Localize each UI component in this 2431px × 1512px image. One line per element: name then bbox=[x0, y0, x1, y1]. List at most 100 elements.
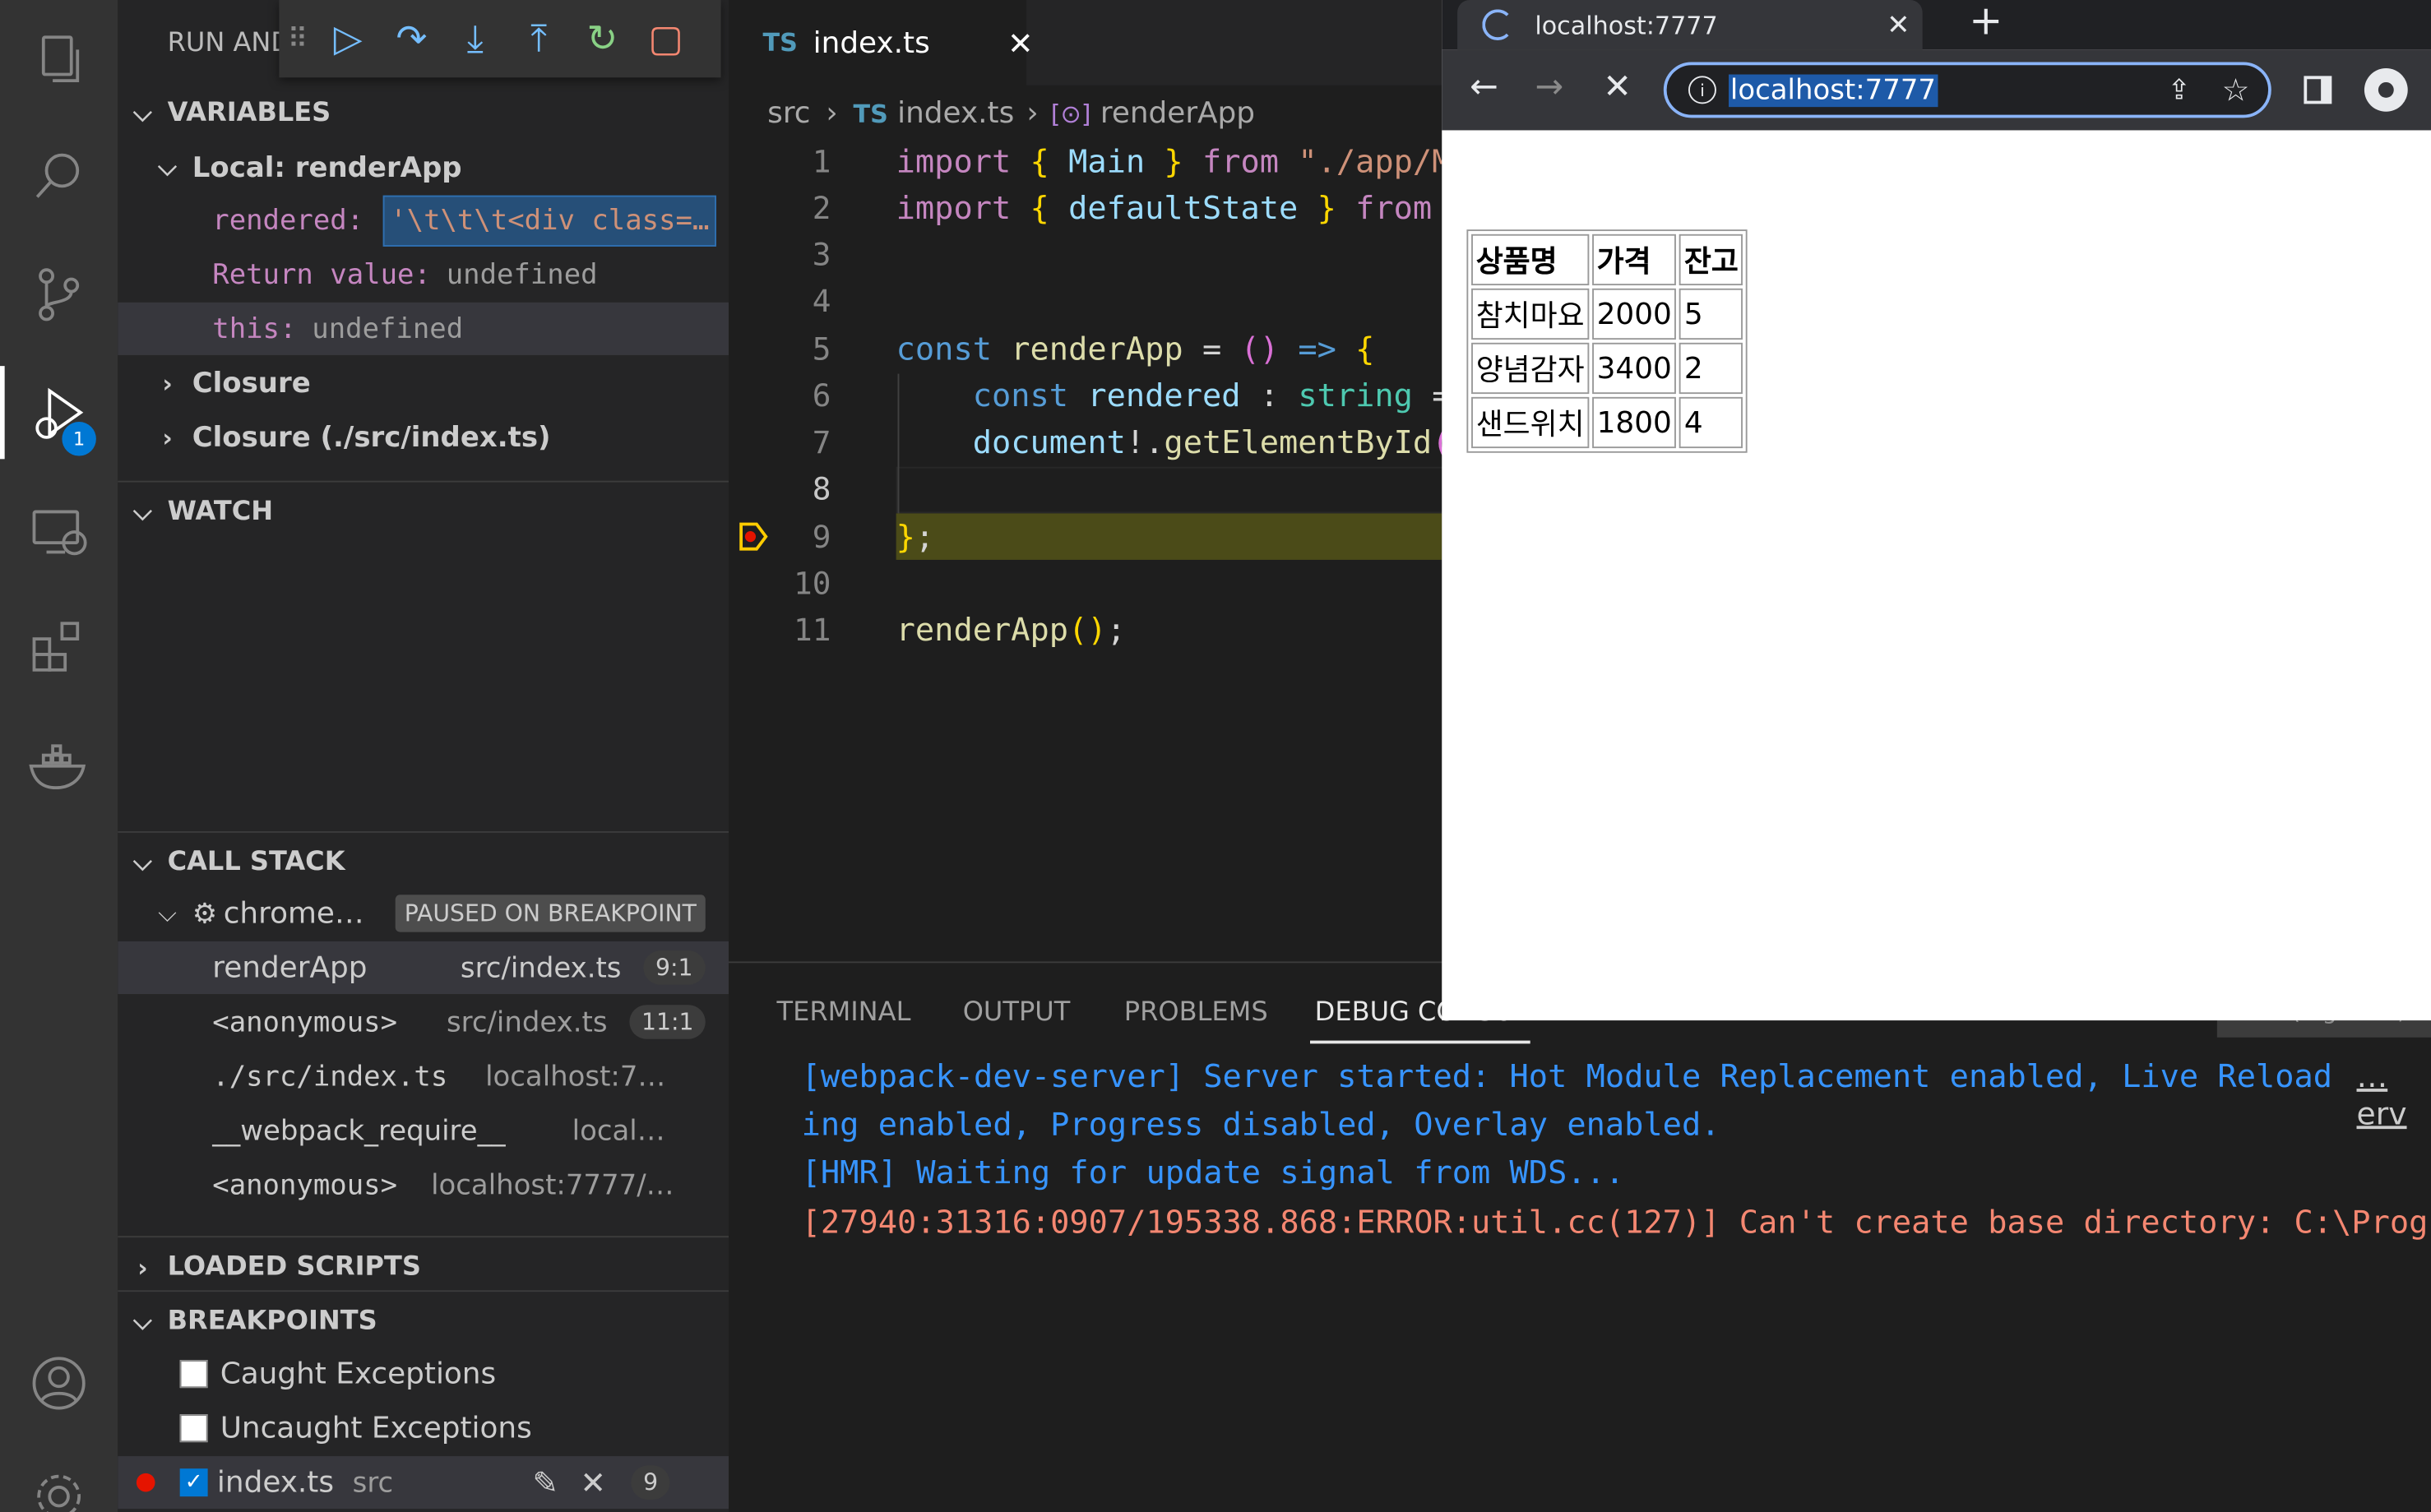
column-header: 상품명 bbox=[1471, 234, 1590, 286]
bug-icon: ⚙ bbox=[192, 897, 218, 930]
run-debug-icon[interactable]: 1 bbox=[0, 366, 118, 460]
breakpoint-indexts[interactable]: ✓ index.ts src ✎ ✕ 9 bbox=[118, 1456, 729, 1510]
paused-badge: PAUSED ON BREAKPOINT bbox=[395, 895, 706, 932]
scope-closure[interactable]: › Closure bbox=[118, 357, 729, 409]
chevron-down-icon: ⌵ bbox=[132, 97, 152, 127]
browser-tabstrip: localhost:7777 ✕ + bbox=[1442, 0, 2431, 50]
tab-output[interactable]: OUTPUT bbox=[963, 997, 1071, 1029]
line-number: 7 bbox=[812, 423, 831, 461]
chevron-right-icon: › bbox=[162, 422, 173, 452]
divider bbox=[118, 1290, 729, 1292]
table-row: 양념감자 3400 2 bbox=[1471, 342, 1743, 395]
step-out-icon[interactable]: ⤒ bbox=[507, 0, 570, 77]
line-number: 2 bbox=[812, 189, 831, 227]
console-line: [27940:31316:0907/195338.868:ERROR:util.… bbox=[801, 1203, 2431, 1241]
chevron-down-icon: ⌵ bbox=[132, 1306, 152, 1335]
editor-tabbar: TS index.ts ✕ bbox=[729, 0, 1442, 86]
docker-icon[interactable] bbox=[0, 719, 118, 812]
variable-row[interactable]: rendered: '\t\t\t<div class=… bbox=[118, 194, 729, 247]
close-tab-icon[interactable]: ✕ bbox=[1887, 8, 1910, 41]
explorer-icon[interactable] bbox=[0, 12, 118, 105]
table-row: 참치마요 2000 5 bbox=[1471, 288, 1743, 340]
divider bbox=[118, 830, 729, 833]
breakpoint-dot-icon bbox=[136, 1473, 155, 1492]
code-line: const rendered : string = bbox=[972, 377, 1452, 414]
console-line: [HMR] Waiting for update signal from WDS… bbox=[801, 1154, 1625, 1191]
site-info-icon[interactable]: i bbox=[1688, 76, 1716, 104]
activity-bar: 1 bbox=[0, 0, 118, 1512]
search-icon[interactable] bbox=[0, 130, 118, 223]
address-bar[interactable]: i localhost:7777 ⇪ ☆ bbox=[1663, 62, 2271, 118]
loaded-scripts-header[interactable]: › LOADED SCRIPTS bbox=[118, 1241, 729, 1293]
breakpoints-header[interactable]: ⌵ BREAKPOINTS bbox=[118, 1295, 729, 1348]
checkbox-indexts[interactable]: ✓ bbox=[179, 1468, 208, 1497]
remove-x-icon[interactable]: ✕ bbox=[580, 1464, 606, 1501]
remote-explorer-icon[interactable] bbox=[0, 483, 118, 576]
variable-row[interactable]: this: undefined bbox=[118, 302, 729, 355]
stop-loading-icon[interactable]: ✕ bbox=[1603, 68, 1632, 107]
console-source-link[interactable]: …erv bbox=[2357, 1057, 2431, 1132]
chevron-down-icon: ⌵ bbox=[158, 898, 178, 927]
bookmark-star-icon[interactable]: ☆ bbox=[2222, 72, 2250, 109]
step-over-icon[interactable]: ↷ bbox=[380, 0, 443, 77]
variables-header[interactable]: ⌵ VARIABLES bbox=[118, 87, 729, 140]
ts-file-icon: TS bbox=[853, 98, 888, 128]
divider bbox=[118, 480, 729, 483]
drag-handle-icon[interactable]: ⠿ bbox=[279, 0, 316, 77]
accounts-icon[interactable] bbox=[0, 1337, 118, 1430]
new-tab-icon[interactable]: + bbox=[1969, 0, 2003, 44]
editor-tab-indexts[interactable]: TS index.ts ✕ bbox=[729, 0, 1034, 86]
code-line: document!.getElementById( bbox=[972, 423, 1452, 461]
bottom-panel: TERMINAL OUTPUT PROBLEMS DEBUG CONSOLE F… bbox=[729, 961, 2431, 1512]
line-number: 10 bbox=[794, 564, 831, 602]
code-line: }; bbox=[896, 517, 935, 556]
variable-row[interactable]: Return value: undefined bbox=[118, 248, 729, 301]
breakpoint-current-icon[interactable] bbox=[738, 521, 769, 553]
restart-icon[interactable]: ↻ bbox=[571, 0, 634, 77]
step-into-icon[interactable]: ⤓ bbox=[443, 0, 507, 77]
side-panel-icon[interactable] bbox=[2304, 76, 2332, 104]
breakpoint-uncaught[interactable]: Uncaught Exceptions bbox=[118, 1402, 729, 1454]
checkbox-caught[interactable] bbox=[179, 1360, 208, 1389]
debug-session[interactable]: ⌵ ⚙ chrome… PAUSED ON BREAKPOINT bbox=[118, 887, 729, 940]
console-line: [webpack-dev-server] Server started: Hot… bbox=[801, 1057, 2333, 1095]
breakpoint-caught[interactable]: Caught Exceptions bbox=[118, 1348, 729, 1400]
debug-sidebar: RUN AND ⌵ VARIABLES ⌵ Local: renderApp r… bbox=[118, 0, 729, 1512]
column-header: 가격 bbox=[1591, 234, 1677, 286]
browser-tab[interactable]: localhost:7777 ✕ bbox=[1457, 0, 1923, 50]
tab-problems[interactable]: PROBLEMS bbox=[1124, 997, 1268, 1029]
debug-badge: 1 bbox=[62, 422, 96, 456]
source-control-icon[interactable] bbox=[0, 248, 118, 341]
stack-frame[interactable]: __webpack_require__ local… bbox=[118, 1104, 729, 1157]
stack-frame[interactable]: ./src/index.ts localhost:7… bbox=[118, 1050, 729, 1103]
extensions-icon[interactable] bbox=[0, 602, 118, 695]
column-header: 잔고 bbox=[1679, 234, 1743, 286]
watch-header[interactable]: ⌵ WATCH bbox=[118, 485, 729, 538]
chevron-down-icon: ⌵ bbox=[132, 846, 152, 876]
browser-window: localhost:7777 ✕ + ← → ✕ i localhost:777… bbox=[1442, 0, 2431, 1021]
url-text[interactable]: localhost:7777 bbox=[1729, 73, 1938, 107]
forward-arrow-icon[interactable]: → bbox=[1535, 68, 1563, 107]
variable-value-selected[interactable]: '\t\t\t<div class=… bbox=[382, 194, 717, 246]
continue-icon[interactable]: ▷ bbox=[317, 0, 380, 77]
settings-gear-icon[interactable] bbox=[0, 1450, 118, 1512]
scope-local[interactable]: ⌵ Local: renderApp bbox=[118, 141, 729, 194]
close-icon[interactable]: ✕ bbox=[1007, 24, 1034, 61]
tab-terminal[interactable]: TERMINAL bbox=[776, 997, 910, 1029]
scope-closure-file[interactable]: › Closure (./src/index.ts) bbox=[118, 411, 729, 464]
breadcrumb: src › TS index.ts › [⊙] renderApp bbox=[767, 95, 1256, 131]
sidebar-title: RUN AND bbox=[167, 27, 292, 59]
stack-frame[interactable]: <anonymous> localhost:7777/… bbox=[118, 1158, 729, 1211]
line-number: 6 bbox=[812, 377, 831, 414]
edit-pencil-icon[interactable]: ✎ bbox=[532, 1464, 558, 1501]
stack-frame[interactable]: renderApp src/index.ts 9:1 bbox=[118, 941, 729, 995]
call-stack-header[interactable]: ⌵ CALL STACK bbox=[118, 836, 729, 889]
chevron-right-icon: › bbox=[137, 1252, 148, 1282]
back-arrow-icon[interactable]: ← bbox=[1470, 68, 1498, 107]
share-icon[interactable]: ⇪ bbox=[2167, 74, 2190, 107]
stop-icon[interactable]: ▢ bbox=[634, 0, 697, 77]
stack-frame[interactable]: <anonymous> src/index.ts 11:1 bbox=[118, 996, 729, 1048]
checkbox-uncaught[interactable] bbox=[179, 1414, 208, 1443]
profile-avatar[interactable] bbox=[2364, 67, 2408, 112]
line-number: 4 bbox=[812, 282, 831, 320]
